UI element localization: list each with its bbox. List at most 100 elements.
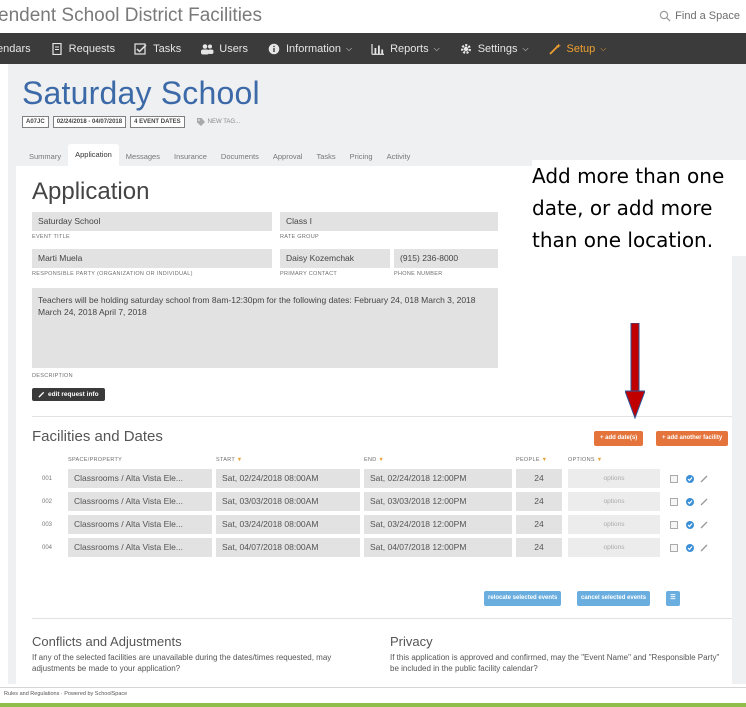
- tab-tasks[interactable]: Tasks: [309, 148, 342, 166]
- find-space-link[interactable]: Find a Space: [659, 10, 740, 22]
- rate-group-field[interactable]: Class I: [280, 212, 498, 231]
- confirmed-check-icon: [686, 498, 694, 506]
- col-options[interactable]: OPTIONS ▼: [568, 457, 602, 463]
- edit-request-info-button[interactable]: edit request info: [32, 388, 105, 401]
- event-title-field[interactable]: Saturday School: [32, 212, 272, 231]
- people-cell[interactable]: 24: [516, 469, 562, 488]
- new-tag-button[interactable]: NEW TAG...: [196, 118, 240, 126]
- privacy-heading: Privacy: [390, 634, 433, 649]
- info-icon: [268, 43, 280, 54]
- start-cell[interactable]: Sat, 03/24/2018 08:00AM: [216, 515, 360, 534]
- row-checkbox[interactable]: [670, 498, 678, 506]
- responsible-party-label: RESPONSIBLE PARTY (ORGANIZATION OR INDIV…: [32, 271, 193, 277]
- options-button[interactable]: options: [568, 492, 660, 511]
- add-facility-button[interactable]: + add another facility: [656, 431, 729, 446]
- nav-requests[interactable]: Requests: [50, 42, 116, 55]
- col-start[interactable]: START ▼: [216, 457, 243, 463]
- col-end[interactable]: END ▼: [364, 457, 384, 463]
- confirmed-check-icon: [686, 475, 694, 483]
- edit-pencil-icon[interactable]: [700, 475, 708, 483]
- nav-users-label: Users: [219, 42, 248, 55]
- event-badges: A07JC 02/24/2018 - 04/07/2018 4 EVENT DA…: [22, 116, 240, 128]
- nav-settings[interactable]: Settings ⌵: [459, 43, 529, 55]
- nav-information[interactable]: Information ⌵: [267, 43, 352, 55]
- edit-pencil-icon[interactable]: [700, 544, 708, 552]
- tab-insurance[interactable]: Insurance: [167, 148, 214, 166]
- phone-number-field[interactable]: (915) 236-8000: [394, 249, 498, 268]
- nav-calendars[interactable]: endars: [0, 43, 31, 55]
- space-cell[interactable]: Classrooms / Alta Vista Ele...: [68, 492, 212, 511]
- options-button[interactable]: options: [568, 515, 660, 534]
- nav-information-label: Information: [285, 42, 342, 55]
- nav-tasks[interactable]: Tasks: [134, 43, 181, 55]
- col-people-label: PEOPLE: [516, 457, 540, 463]
- options-button[interactable]: options: [568, 469, 660, 488]
- add-dates-button[interactable]: + add date(s): [594, 431, 644, 446]
- col-end-label: END: [364, 457, 377, 463]
- edit-pencil-icon[interactable]: [700, 521, 708, 529]
- nav-users[interactable]: Users: [200, 43, 248, 55]
- tab-messages[interactable]: Messages: [119, 148, 167, 166]
- relocate-selected-button[interactable]: relocate selected events: [484, 591, 562, 606]
- footer-text: Rules and Regulations · Powered by Schoo…: [4, 691, 128, 697]
- edit-pencil-icon[interactable]: [700, 498, 708, 506]
- nav-setup[interactable]: Setup ⌵: [548, 43, 606, 55]
- tab-summary[interactable]: Summary: [22, 148, 68, 166]
- annotation-callout: Add more than one date, or add more than…: [532, 160, 746, 256]
- row-checkbox[interactable]: [670, 475, 678, 483]
- start-cell[interactable]: Sat, 03/03/2018 08:00AM: [216, 492, 360, 511]
- event-tabs: Summary Application Messages Insurance D…: [22, 144, 417, 166]
- end-cell[interactable]: Sat, 04/07/2018 12:00PM: [364, 538, 512, 557]
- row-number: 004: [42, 545, 53, 551]
- col-space: SPACE/PROPERTY: [68, 457, 122, 463]
- row-checkbox[interactable]: [670, 544, 678, 552]
- event-title-label: EVENT TITLE: [32, 234, 70, 240]
- space-cell[interactable]: Classrooms / Alta Vista Ele...: [68, 515, 212, 534]
- nav-reports[interactable]: Reports ⌵: [371, 43, 440, 55]
- conflicts-text: If any of the selected facilities are un…: [32, 653, 332, 673]
- event-date-range-badge: 02/24/2018 - 04/07/2018: [52, 116, 127, 128]
- tab-application[interactable]: Application: [68, 144, 119, 166]
- space-cell[interactable]: Classrooms / Alta Vista Ele...: [68, 538, 212, 557]
- nav-settings-label: Settings: [477, 42, 518, 55]
- responsible-party-field[interactable]: Marti Muela: [32, 249, 272, 268]
- confirmed-check-icon: [686, 521, 694, 529]
- filter-icon: ▼: [236, 457, 243, 463]
- tab-activity[interactable]: Activity: [380, 148, 418, 166]
- space-cell[interactable]: Classrooms / Alta Vista Ele...: [68, 469, 212, 488]
- col-people[interactable]: PEOPLE ▼: [516, 457, 547, 463]
- checkbox-icon: [134, 42, 147, 55]
- people-cell[interactable]: 24: [516, 515, 562, 534]
- bar-chart-icon: [371, 43, 385, 55]
- description-field[interactable]: Teachers will be holding saturday school…: [32, 288, 498, 368]
- options-button[interactable]: options: [568, 538, 660, 557]
- end-cell[interactable]: Sat, 02/24/2018 12:00PM: [364, 469, 512, 488]
- end-cell[interactable]: Sat, 03/24/2018 12:00PM: [364, 515, 512, 534]
- list-menu-button[interactable]: ☰: [666, 591, 680, 606]
- chevron-down-icon: ⌵: [346, 43, 353, 53]
- tab-documents[interactable]: Documents: [214, 148, 266, 166]
- phone-number-label: PHONE NUMBER: [394, 271, 443, 277]
- top-bar: endent School District Facilities Find a…: [0, 0, 746, 34]
- main-nav: endars Requests Tasks Users Information …: [0, 33, 746, 64]
- application-heading: Application: [32, 178, 150, 205]
- footer: Rules and Regulations · Powered by Schoo…: [0, 687, 746, 707]
- find-space-label: Find a Space: [675, 10, 740, 22]
- primary-contact-field[interactable]: Daisy Kozemchak: [280, 249, 390, 268]
- tab-approval[interactable]: Approval: [266, 148, 310, 166]
- row-checkbox[interactable]: [670, 521, 678, 529]
- people-cell[interactable]: 24: [516, 492, 562, 511]
- start-cell[interactable]: Sat, 04/07/2018 08:00AM: [216, 538, 360, 557]
- nav-requests-label: Requests: [68, 42, 116, 55]
- people-cell[interactable]: 24: [516, 538, 562, 557]
- col-space-label: SPACE/PROPERTY: [68, 457, 123, 463]
- confirmed-check-icon: [686, 544, 694, 552]
- tab-pricing[interactable]: Pricing: [343, 148, 380, 166]
- cancel-selected-button[interactable]: cancel selected events: [577, 591, 651, 606]
- end-cell[interactable]: Sat, 03/03/2018 12:00PM: [364, 492, 512, 511]
- facilities-heading: Facilities and Dates: [32, 428, 163, 445]
- pencil-icon: [38, 391, 45, 398]
- chevron-down-icon: ⌵: [522, 43, 529, 53]
- start-cell[interactable]: Sat, 02/24/2018 08:00AM: [216, 469, 360, 488]
- tag-icon: [196, 118, 205, 126]
